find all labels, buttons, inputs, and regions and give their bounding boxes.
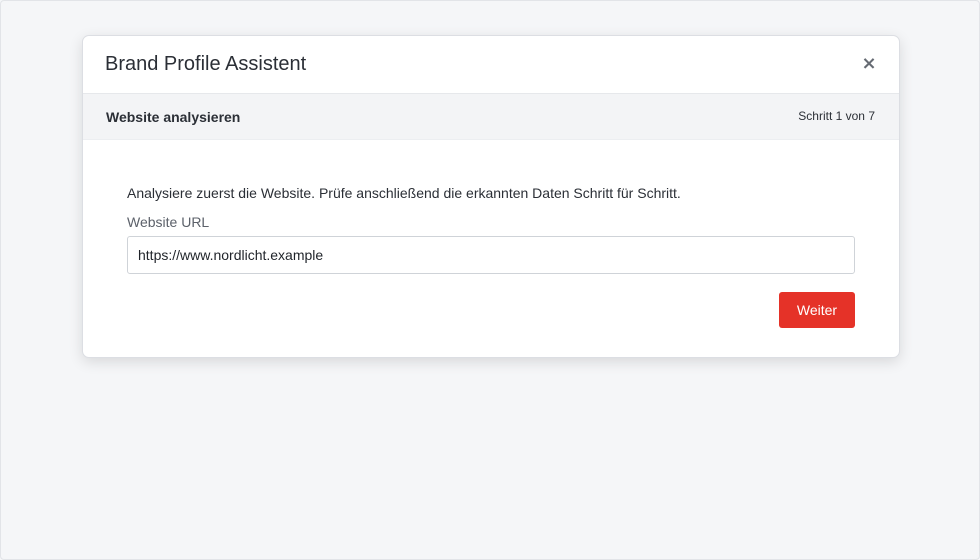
next-button[interactable]: Weiter [779, 292, 855, 328]
step-header: Website analysieren Schritt 1 von 7 [83, 94, 899, 140]
page-background: Brand Profile Assistent × Website analys… [0, 0, 980, 560]
dialog-header: Brand Profile Assistent × [83, 36, 899, 94]
website-url-input[interactable] [127, 236, 855, 274]
close-icon: × [861, 53, 877, 74]
website-url-label: Website URL [127, 214, 210, 230]
dialog-body: Analysiere zuerst die Website. Prüfe ans… [83, 140, 899, 357]
dialog-title: Brand Profile Assistent [105, 53, 307, 75]
close-button[interactable]: × [859, 53, 879, 75]
intro-text: Analysiere zuerst die Website. Prüfe ans… [127, 185, 681, 201]
step-title: Website analysieren [106, 109, 241, 125]
brand-profile-dialog: Brand Profile Assistent × Website analys… [82, 35, 900, 358]
step-counter: Schritt 1 von 7 [798, 109, 875, 123]
